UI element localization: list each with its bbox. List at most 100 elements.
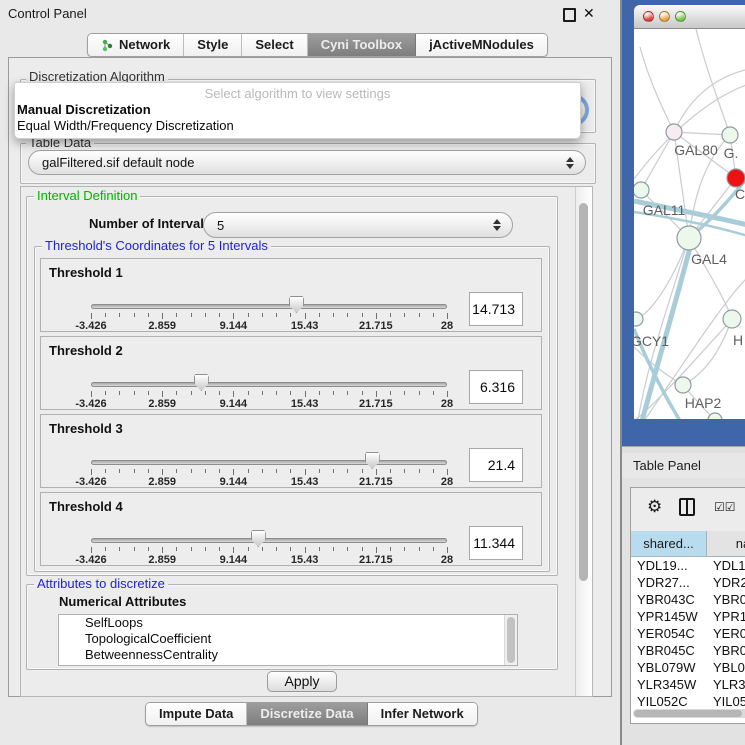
- scrollbar-thumb[interactable]: [634, 710, 742, 717]
- name-cell[interactable]: YIL052C: [709, 693, 745, 710]
- tick-mark: [276, 391, 277, 395]
- slider-track[interactable]: [91, 304, 447, 309]
- tick-mark: [91, 313, 92, 319]
- network-node-gal4[interactable]: [677, 226, 701, 250]
- table-data-combobox[interactable]: galFiltered.sif default node: [28, 150, 586, 175]
- number-of-intervals-spinner[interactable]: 5: [203, 212, 513, 238]
- vertical-scrollbar[interactable]: [575, 187, 592, 696]
- slider-thumb[interactable]: [365, 452, 380, 469]
- interval-definition-title: Interval Definition: [34, 189, 140, 203]
- threshold-value-field[interactable]: 14.713: [469, 292, 523, 326]
- tab-cyni-toolbox[interactable]: Cyni Toolbox: [308, 34, 416, 56]
- tick-mark: [205, 313, 206, 317]
- table-row[interactable]: YLR345WYLR345W: [631, 676, 745, 693]
- threshold-value-field[interactable]: 6.316: [469, 370, 523, 404]
- columns-icon[interactable]: [679, 498, 695, 516]
- attribute-list-item[interactable]: TopologicalCoefficient: [59, 631, 517, 647]
- horizontal-scrollbar[interactable]: [633, 709, 745, 718]
- shared-name-cell[interactable]: YLR345W: [631, 676, 709, 693]
- tab-style[interactable]: Style: [184, 34, 242, 56]
- table-row[interactable]: YBL079WYBL079W: [631, 659, 745, 676]
- shared-name-cell[interactable]: YBL079W: [631, 659, 709, 676]
- network-node-g[interactable]: [722, 127, 738, 143]
- tab-impute-data[interactable]: Impute Data: [146, 703, 247, 725]
- scrollbar-thumb[interactable]: [579, 203, 588, 581]
- shared-name-cell[interactable]: YDL19...: [631, 557, 709, 574]
- name-cell[interactable]: YDR27...: [709, 574, 745, 591]
- table-row[interactable]: YDR27...YDR27...: [631, 574, 745, 591]
- attribute-list-item[interactable]: BetweennessCentrality: [59, 647, 517, 663]
- name-cell[interactable]: YPR145W: [709, 608, 745, 625]
- network-window-titlebar[interactable]: [634, 5, 745, 29]
- threshold-value-field[interactable]: 21.4: [469, 448, 523, 482]
- tab-discretize-data[interactable]: Discretize Data: [247, 703, 367, 725]
- tab-jactivemnodules[interactable]: jActiveMNodules: [416, 34, 547, 56]
- close-traffic-light-icon[interactable]: [643, 11, 654, 22]
- name-cell[interactable]: YBR045C: [709, 642, 745, 659]
- name-cell[interactable]: YER054C: [709, 625, 745, 642]
- name-cell[interactable]: YDL19...: [709, 557, 745, 574]
- minimize-traffic-light-icon[interactable]: [659, 11, 670, 22]
- gear-icon[interactable]: ⚙: [647, 497, 662, 517]
- shared-name-cell[interactable]: YPR145W: [631, 608, 709, 625]
- slider-thumb[interactable]: [289, 296, 304, 313]
- tick-mark: [447, 391, 448, 397]
- shared-name-cell[interactable]: YBR045C: [631, 642, 709, 659]
- network-edge[interactable]: [674, 69, 745, 132]
- threshold-value-field[interactable]: 11.344: [469, 526, 523, 560]
- tick-label: 15.43: [282, 320, 328, 332]
- tab-select[interactable]: Select: [242, 34, 307, 56]
- tab-infer-network[interactable]: Infer Network: [368, 703, 477, 725]
- scrollbar-thumb[interactable]: [507, 617, 515, 663]
- select-columns-checkboxes-icon[interactable]: ☑☑: [714, 500, 736, 514]
- network-node-hap2[interactable]: [675, 377, 691, 393]
- slider-track[interactable]: [91, 538, 447, 543]
- apply-button[interactable]: Apply: [267, 671, 337, 692]
- tick-label: 2.859: [139, 554, 185, 566]
- tick-mark: [105, 547, 106, 551]
- close-icon[interactable]: ✕: [583, 5, 595, 22]
- dropdown-option-equal-width[interactable]: Equal Width/Frequency Discretization: [15, 118, 580, 134]
- network-node-gcy1[interactable]: [634, 312, 643, 326]
- slider-track[interactable]: [91, 382, 447, 387]
- table-row[interactable]: YBR045CYBR045C: [631, 642, 745, 659]
- numerical-attributes-list[interactable]: SelfLoopsTopologicalCoefficientBetweenne…: [58, 614, 518, 666]
- tick-mark: [91, 547, 92, 553]
- network-edge[interactable]: [641, 132, 674, 190]
- name-cell[interactable]: YBR043C: [709, 591, 745, 608]
- float-window-icon[interactable]: [563, 8, 576, 22]
- tick-label: 15.43: [282, 476, 328, 488]
- column-header-name[interactable]: name: [707, 531, 745, 557]
- shared-name-cell[interactable]: YBR043C: [631, 591, 709, 608]
- table-row[interactable]: YDL19...YDL19...: [631, 557, 745, 574]
- table-row[interactable]: YER054CYER054C: [631, 625, 745, 642]
- network-node-c[interactable]: [727, 169, 745, 187]
- shared-name-cell[interactable]: YIL052C: [631, 693, 709, 710]
- table-row[interactable]: YBR043CYBR043C: [631, 591, 745, 608]
- tick-mark: [134, 391, 135, 395]
- shared-name-cell[interactable]: YDR27...: [631, 574, 709, 591]
- table-row[interactable]: YPR145WYPR145W: [631, 608, 745, 625]
- list-scrollbar[interactable]: [504, 615, 517, 665]
- network-canvas[interactable]: GAL80G.CGAL11GAL4GCY1HHAP2: [634, 29, 745, 419]
- network-node[interactable]: [708, 413, 722, 419]
- name-cell[interactable]: YBL079W: [709, 659, 745, 676]
- network-edge[interactable]: [640, 47, 674, 132]
- slider-track[interactable]: [91, 460, 447, 465]
- table-row[interactable]: YIL052CYIL052C: [631, 693, 745, 710]
- name-cell[interactable]: YLR345W: [709, 676, 745, 693]
- column-header-shared-name[interactable]: shared...: [631, 531, 707, 557]
- network-edge[interactable]: [696, 29, 730, 135]
- slider-thumb[interactable]: [251, 530, 266, 547]
- network-node-gal11[interactable]: [634, 182, 649, 198]
- tab-network[interactable]: Network: [88, 34, 184, 56]
- tick-mark: [333, 313, 334, 317]
- tick-label: 9.144: [210, 320, 256, 332]
- shared-name-cell[interactable]: YER054C: [631, 625, 709, 642]
- network-node-gal80[interactable]: [666, 124, 682, 140]
- network-node-h[interactable]: [723, 310, 741, 328]
- dropdown-option-manual[interactable]: Manual Discretization: [15, 102, 580, 118]
- zoom-traffic-light-icon[interactable]: [675, 11, 686, 22]
- attribute-list-item[interactable]: SelfLoops: [59, 615, 517, 631]
- slider-thumb[interactable]: [194, 374, 209, 391]
